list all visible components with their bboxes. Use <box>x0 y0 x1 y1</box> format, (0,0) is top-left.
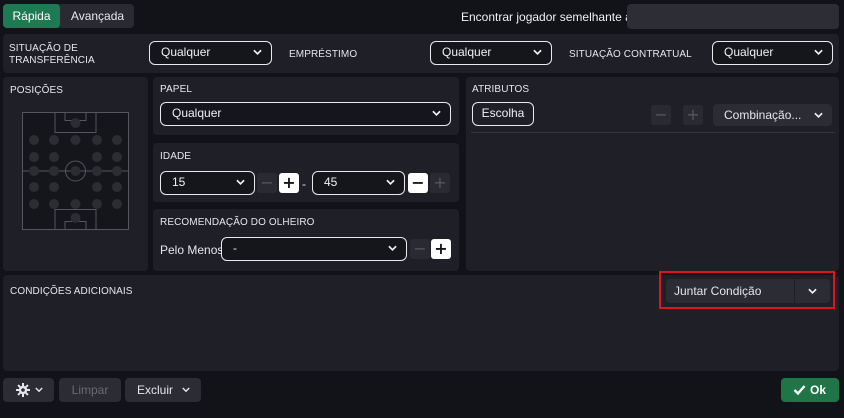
delete-button[interactable]: Excluir <box>125 378 201 402</box>
transfer-status-dropdown[interactable]: Qualquer <box>149 41 272 65</box>
tab-quick[interactable]: Rápida <box>3 4 60 28</box>
contract-status-label: SITUAÇÃO CONTRATUAL <box>569 49 692 60</box>
attributes-label: ATRIBUTOS <box>472 84 530 95</box>
similar-player-input[interactable] <box>627 4 839 29</box>
pitch-diagram[interactable] <box>22 112 129 230</box>
chevron-down-icon <box>182 387 190 393</box>
attributes-choose-button[interactable]: Escolha <box>472 102 534 126</box>
age-min-increment-button[interactable]: + <box>279 173 299 193</box>
chevron-down-icon <box>388 245 397 251</box>
age-label: IDADE <box>160 151 192 162</box>
age-min-dropdown[interactable]: 15 <box>160 171 255 195</box>
attributes-combination-dropdown[interactable]: Combinação... <box>713 104 832 126</box>
loan-label: EMPRÉSTIMO <box>289 49 358 60</box>
loan-dropdown[interactable]: Qualquer <box>430 41 552 65</box>
age-min-decrement-button[interactable]: − <box>257 173 277 193</box>
chevron-down-icon <box>808 288 817 294</box>
settings-button[interactable] <box>3 378 54 402</box>
scout-recommendation-value: - <box>233 241 237 255</box>
ok-label: Ok <box>810 383 827 397</box>
chevron-down-icon <box>386 179 395 185</box>
check-icon <box>793 385 806 396</box>
age-max-increment-button[interactable]: + <box>430 173 450 193</box>
scout-recommendation-dropdown[interactable]: - <box>221 237 407 261</box>
age-min-value: 15 <box>172 175 186 189</box>
chevron-down-icon <box>35 387 43 393</box>
join-condition-label: Juntar Condição <box>674 284 762 298</box>
join-condition-dropdown-button[interactable] <box>795 279 830 303</box>
chevron-down-icon <box>533 49 542 55</box>
delete-label: Excluir <box>137 383 174 397</box>
additional-conditions-label: CONDIÇÕES ADICIONAIS <box>10 286 133 297</box>
transfer-status-value: Qualquer <box>161 45 211 59</box>
attributes-increment-button[interactable]: + <box>683 105 703 125</box>
scout-recommendation-prefix: Pelo Menos <box>160 243 224 257</box>
scout-recommendation-label: RECOMENDAÇÃO DO OLHEIRO <box>160 217 315 228</box>
clear-button[interactable]: Limpar <box>59 378 121 402</box>
tab-advanced[interactable]: Avançada <box>61 4 134 28</box>
attributes-decrement-button[interactable]: − <box>651 105 671 125</box>
age-max-value: 45 <box>324 175 338 189</box>
chevron-down-icon <box>814 112 823 118</box>
gear-icon <box>16 383 30 397</box>
attributes-divider <box>471 132 835 133</box>
transfer-status-label-line2: TRANSFERÊNCIA <box>9 55 95 66</box>
chevron-down-icon <box>432 110 441 116</box>
age-max-decrement-button[interactable]: − <box>408 173 428 193</box>
role-value: Qualquer <box>172 106 222 120</box>
transfer-status-label: SITUAÇÃO DE TRANSFERÊNCIA <box>9 43 95 67</box>
positions-label: POSIÇÕES <box>10 85 64 96</box>
scout-decrement-button[interactable]: − <box>410 239 430 259</box>
chevron-down-icon <box>253 49 262 55</box>
ok-button[interactable]: Ok <box>781 378 839 402</box>
attributes-combination-value: Combinação... <box>724 108 802 122</box>
role-label: PAPEL <box>160 84 192 95</box>
scout-increment-button[interactable]: + <box>431 239 451 259</box>
chevron-down-icon <box>236 179 245 185</box>
join-condition-button[interactable]: Juntar Condição <box>666 279 794 303</box>
age-range-separator: - <box>302 177 306 191</box>
contract-status-value: Qualquer <box>724 45 774 59</box>
age-max-dropdown[interactable]: 45 <box>312 171 405 195</box>
role-dropdown[interactable]: Qualquer <box>160 102 451 126</box>
chevron-down-icon <box>814 49 823 55</box>
similar-player-label: Encontrar jogador semelhante a <box>461 10 632 24</box>
transfer-status-label-line1: SITUAÇÃO DE <box>9 43 78 54</box>
contract-status-dropdown[interactable]: Qualquer <box>712 41 833 65</box>
loan-value: Qualquer <box>442 45 492 59</box>
